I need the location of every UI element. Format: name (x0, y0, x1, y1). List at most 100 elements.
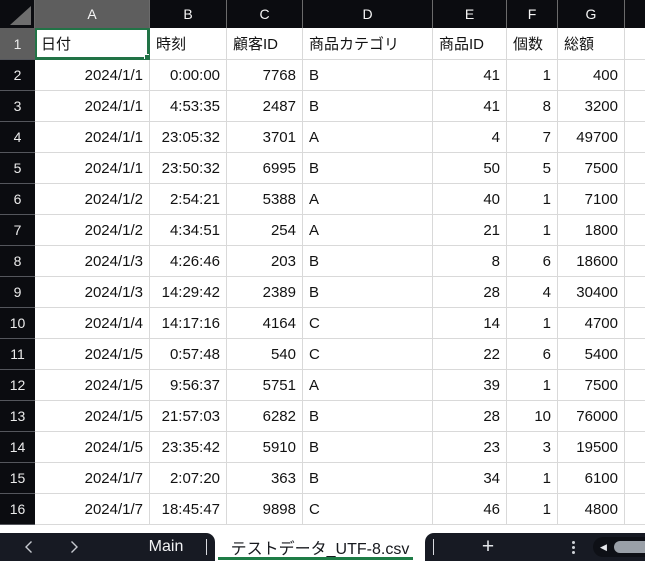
cell-partial-4[interactable] (625, 122, 645, 153)
cell-B6[interactable]: 2:54:21 (150, 184, 227, 215)
cell-F12[interactable]: 1 (507, 370, 558, 401)
cell-A4[interactable]: 2024/1/1 (35, 122, 150, 153)
cell-A2[interactable]: 2024/1/1 (35, 60, 150, 91)
col-header-C[interactable]: C (227, 0, 303, 28)
cell-E4[interactable]: 4 (433, 122, 507, 153)
row-header-14[interactable]: 14 (0, 432, 35, 463)
col-header-F[interactable]: F (507, 0, 558, 28)
cell-partial-5[interactable] (625, 153, 645, 184)
cell-B2[interactable]: 0:00:00 (150, 60, 227, 91)
row-header-7[interactable]: 7 (0, 215, 35, 246)
cell-F10[interactable]: 1 (507, 308, 558, 339)
cell-A7[interactable]: 2024/1/2 (35, 215, 150, 246)
cell-B1[interactable]: 時刻 (150, 28, 227, 60)
cell-G2[interactable]: 400 (558, 60, 625, 91)
cell-partial-13[interactable] (625, 401, 645, 432)
cell-A11[interactable]: 2024/1/5 (35, 339, 150, 370)
cell-D14[interactable]: B (303, 432, 433, 463)
cell-C5[interactable]: 6995 (227, 153, 303, 184)
cell-D16[interactable]: C (303, 494, 433, 525)
col-header-A[interactable]: A (35, 0, 150, 28)
cell-A12[interactable]: 2024/1/5 (35, 370, 150, 401)
cell-B9[interactable]: 14:29:42 (150, 277, 227, 308)
cell-G1[interactable]: 総額 (558, 28, 625, 60)
row-header-15[interactable]: 15 (0, 463, 35, 494)
cell-C14[interactable]: 5910 (227, 432, 303, 463)
cell-D4[interactable]: A (303, 122, 433, 153)
cell-D5[interactable]: B (303, 153, 433, 184)
cell-G14[interactable]: 19500 (558, 432, 625, 463)
cell-G3[interactable]: 3200 (558, 91, 625, 122)
cell-C2[interactable]: 7768 (227, 60, 303, 91)
cell-F9[interactable]: 4 (507, 277, 558, 308)
cell-F15[interactable]: 1 (507, 463, 558, 494)
cell-D11[interactable]: C (303, 339, 433, 370)
cell-G12[interactable]: 7500 (558, 370, 625, 401)
cell-G15[interactable]: 6100 (558, 463, 625, 494)
row-header-10[interactable]: 10 (0, 308, 35, 339)
col-header-D[interactable]: D (303, 0, 433, 28)
cell-G11[interactable]: 5400 (558, 339, 625, 370)
cell-E10[interactable]: 14 (433, 308, 507, 339)
row-header-6[interactable]: 6 (0, 184, 35, 215)
cell-C9[interactable]: 2389 (227, 277, 303, 308)
cell-partial-7[interactable] (625, 215, 645, 246)
row-header-2[interactable]: 2 (0, 60, 35, 91)
cell-G6[interactable]: 7100 (558, 184, 625, 215)
cell-E11[interactable]: 22 (433, 339, 507, 370)
cell-E15[interactable]: 34 (433, 463, 507, 494)
cell-E13[interactable]: 28 (433, 401, 507, 432)
row-header-8[interactable]: 8 (0, 246, 35, 277)
cell-D8[interactable]: B (303, 246, 433, 277)
prev-sheet-button[interactable] (16, 533, 42, 561)
cell-F6[interactable]: 1 (507, 184, 558, 215)
row-header-11[interactable]: 11 (0, 339, 35, 370)
cell-A1[interactable]: 日付 (35, 28, 150, 60)
cell-F5[interactable]: 5 (507, 153, 558, 184)
row-header-16[interactable]: 16 (0, 494, 35, 525)
col-header-partial[interactable] (625, 0, 645, 28)
cell-G5[interactable]: 7500 (558, 153, 625, 184)
cell-F16[interactable]: 1 (507, 494, 558, 525)
cell-A15[interactable]: 2024/1/7 (35, 463, 150, 494)
cell-C13[interactable]: 6282 (227, 401, 303, 432)
row-header-3[interactable]: 3 (0, 91, 35, 122)
cell-C15[interactable]: 363 (227, 463, 303, 494)
cell-partial-3[interactable] (625, 91, 645, 122)
cell-A16[interactable]: 2024/1/7 (35, 494, 150, 525)
kebab-menu-icon[interactable] (565, 533, 581, 561)
cell-F4[interactable]: 7 (507, 122, 558, 153)
cell-G13[interactable]: 76000 (558, 401, 625, 432)
cell-A14[interactable]: 2024/1/5 (35, 432, 150, 463)
cell-C7[interactable]: 254 (227, 215, 303, 246)
cell-F14[interactable]: 3 (507, 432, 558, 463)
cell-D12[interactable]: A (303, 370, 433, 401)
cell-C4[interactable]: 3701 (227, 122, 303, 153)
col-header-G[interactable]: G (558, 0, 625, 28)
cell-E2[interactable]: 41 (433, 60, 507, 91)
scrollbar-thumb[interactable] (614, 541, 645, 553)
scroll-left-icon[interactable]: ◀ (600, 537, 607, 557)
cell-F11[interactable]: 6 (507, 339, 558, 370)
cell-E3[interactable]: 41 (433, 91, 507, 122)
cell-G7[interactable]: 1800 (558, 215, 625, 246)
cell-A3[interactable]: 2024/1/1 (35, 91, 150, 122)
cell-C12[interactable]: 5751 (227, 370, 303, 401)
cell-E14[interactable]: 23 (433, 432, 507, 463)
cell-D1[interactable]: 商品カテゴリ (303, 28, 433, 60)
next-sheet-button[interactable] (61, 533, 87, 561)
cell-partial-12[interactable] (625, 370, 645, 401)
cell-C6[interactable]: 5388 (227, 184, 303, 215)
cell-E16[interactable]: 46 (433, 494, 507, 525)
cell-C8[interactable]: 203 (227, 246, 303, 277)
cell-C3[interactable]: 2487 (227, 91, 303, 122)
cell-B8[interactable]: 4:26:46 (150, 246, 227, 277)
col-header-B[interactable]: B (150, 0, 227, 28)
select-all-button[interactable] (0, 0, 35, 28)
fill-handle[interactable] (144, 54, 149, 59)
cell-C10[interactable]: 4164 (227, 308, 303, 339)
cell-B13[interactable]: 21:57:03 (150, 401, 227, 432)
cell-B4[interactable]: 23:05:32 (150, 122, 227, 153)
row-header-12[interactable]: 12 (0, 370, 35, 401)
horizontal-scrollbar[interactable]: ◀ (593, 537, 645, 557)
